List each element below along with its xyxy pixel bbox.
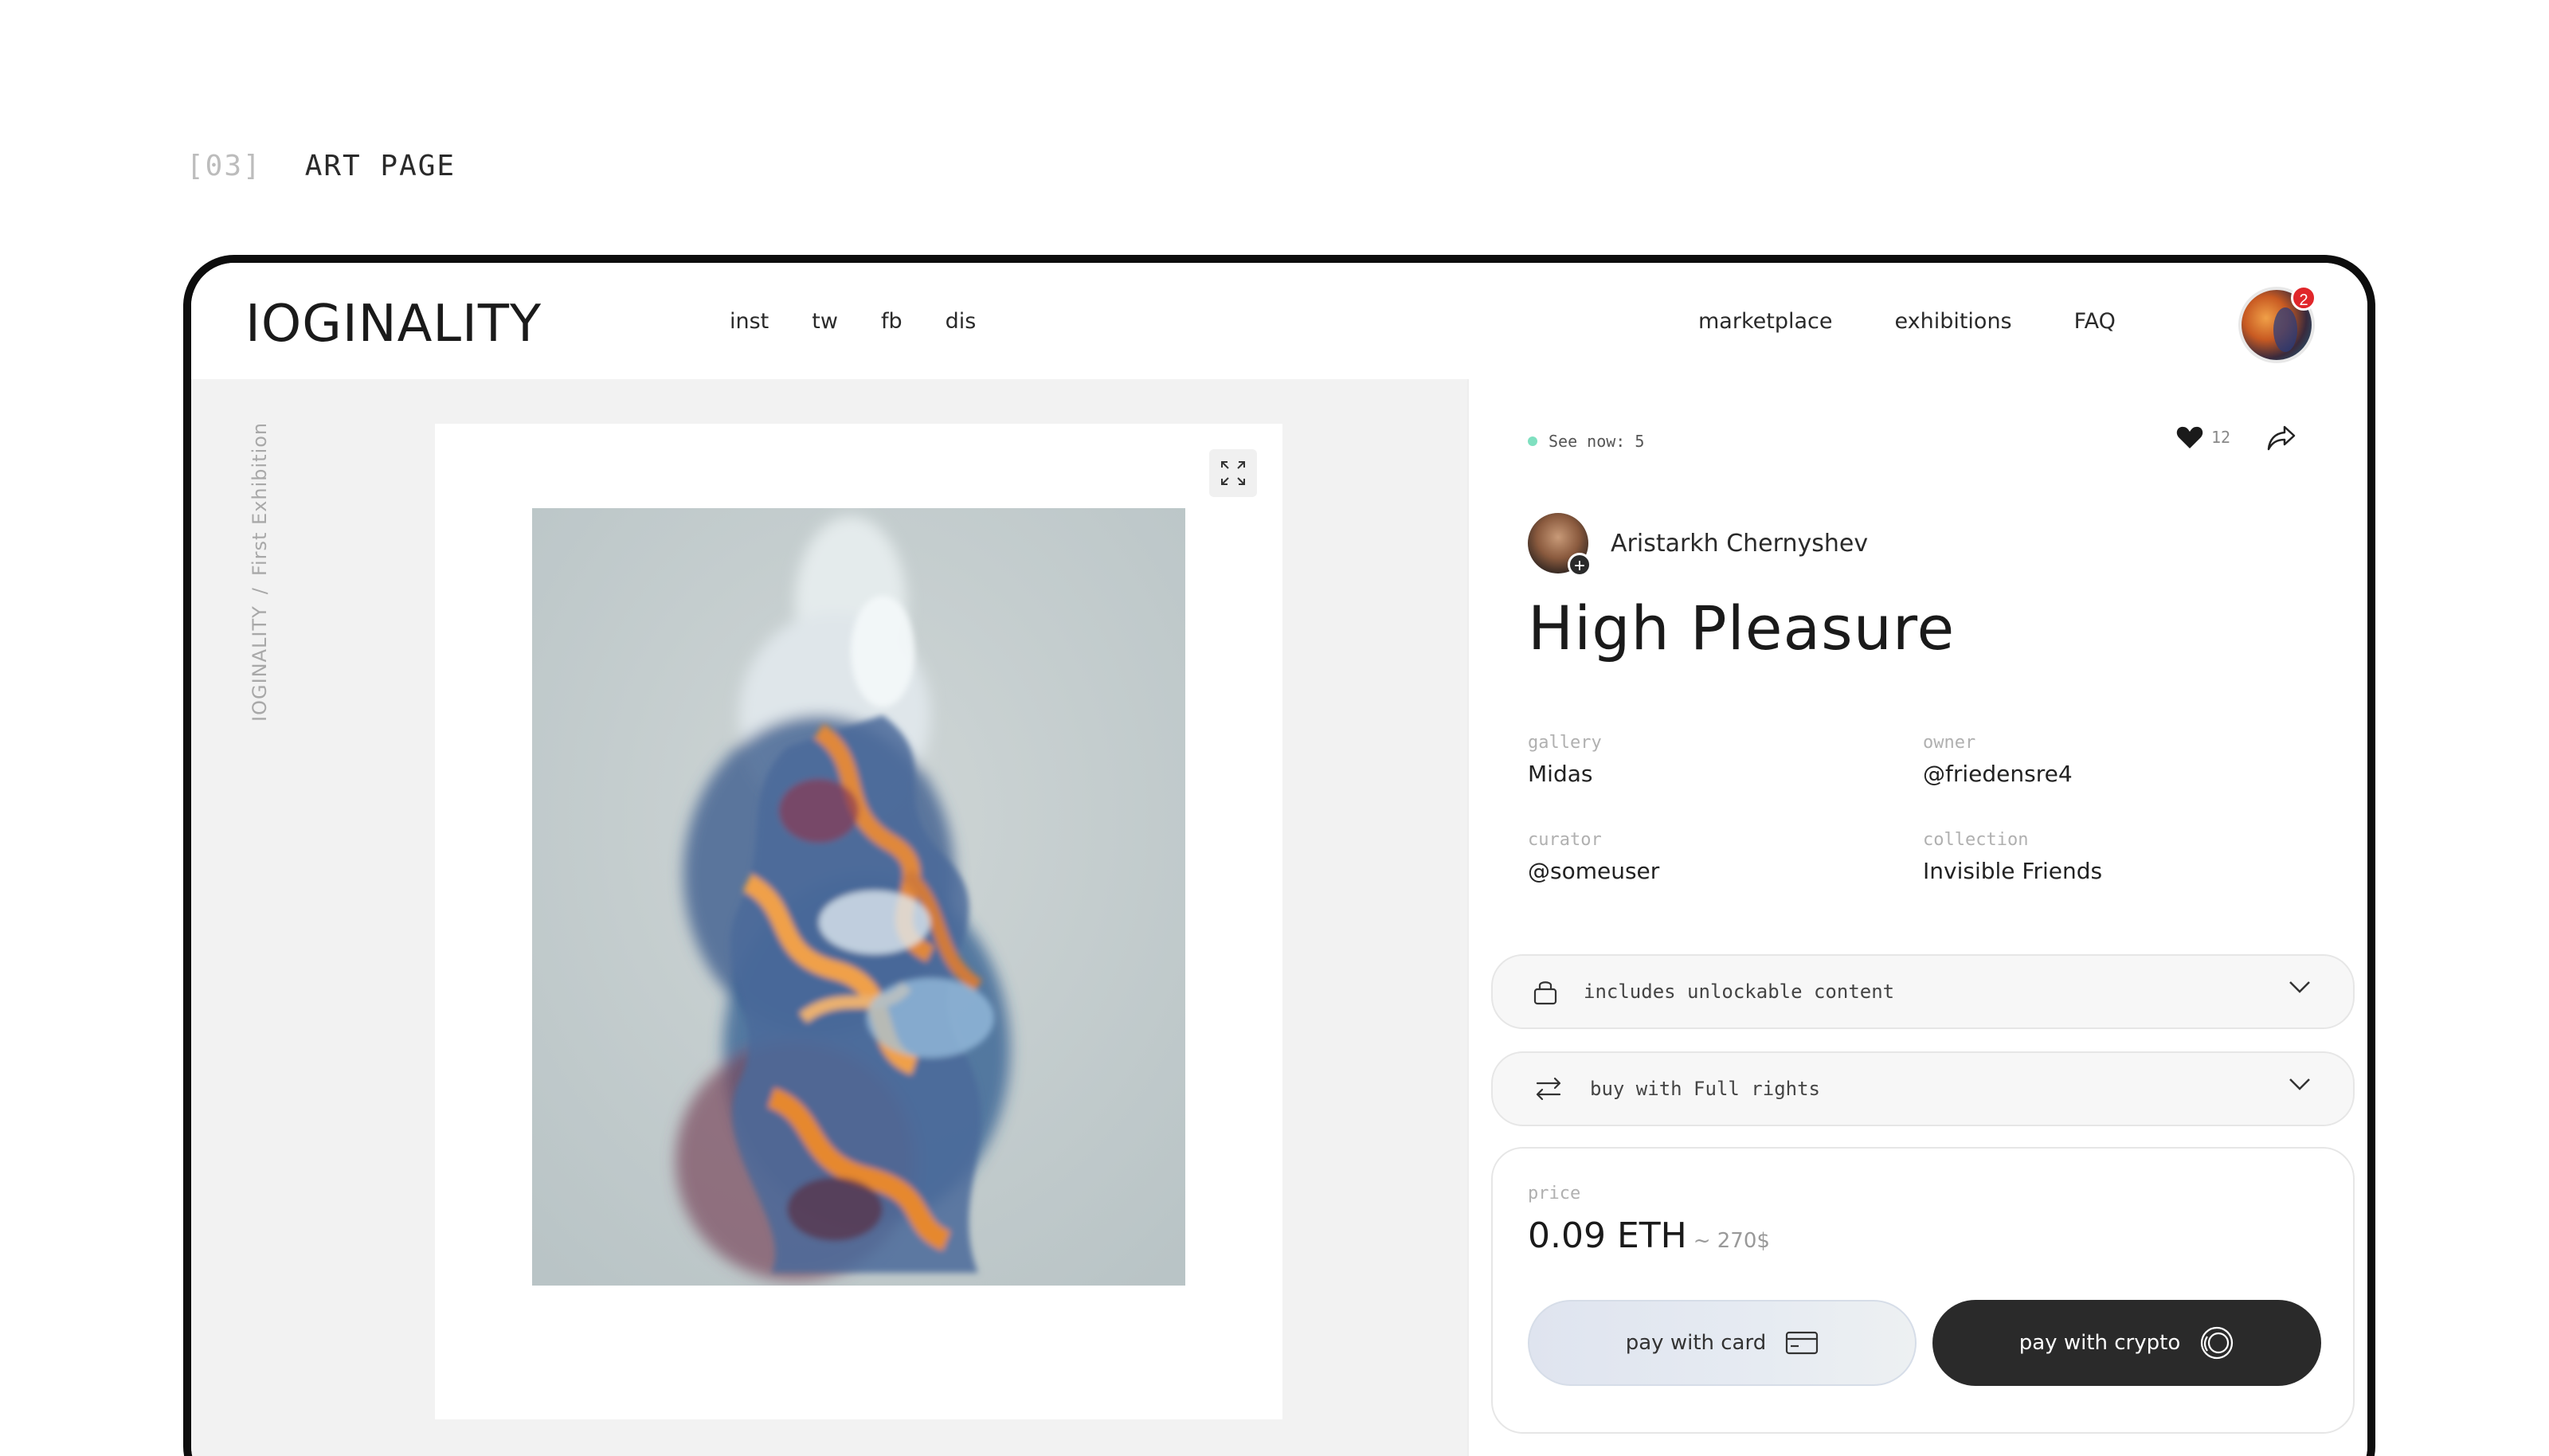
site-logo[interactable]: IOGINALITY [245, 295, 542, 354]
nav-marketplace[interactable]: marketplace [1698, 309, 1832, 334]
top-navigation: IOGINALITY inst tw fb dis marketplace ex… [191, 263, 2367, 379]
chevron-down-icon [2289, 981, 2310, 993]
pay-crypto-label: pay with crypto [2018, 1331, 2181, 1355]
meta-key: curator [1528, 830, 1602, 850]
social-link-dis[interactable]: dis [946, 309, 977, 334]
author-name[interactable]: Aristarkh Chernyshev [1611, 530, 1868, 558]
credit-card-icon [1786, 1331, 1819, 1355]
like-count: 12 [2211, 428, 2231, 447]
artwork-title: High Pleasure [1528, 593, 1956, 663]
breadcrumb-site[interactable]: IOGINALITY [249, 605, 271, 722]
social-links: inst tw fb dis [730, 309, 1019, 334]
price-amount: 0.09 ETH ~ 270$ [1528, 1215, 1770, 1256]
social-link-tw[interactable]: tw [812, 309, 838, 334]
pay-card-label: pay with card [1625, 1331, 1767, 1355]
meta-value[interactable]: @someuser [1528, 858, 1659, 884]
heart-icon [2176, 426, 2203, 448]
online-dot [1528, 436, 1537, 446]
meta-value[interactable]: Invisible Friends [1923, 858, 2102, 884]
artwork-image[interactable] [532, 508, 1185, 1286]
section-label: [03] ART PAGE [186, 150, 456, 182]
breadcrumb-page[interactable]: First Exhibition [249, 422, 271, 576]
meta-value[interactable]: Midas [1528, 761, 1602, 787]
price-eth: 0.09 ETH [1528, 1215, 1687, 1256]
unlockable-content-accordion[interactable]: includes unlockable content [1491, 954, 2355, 1029]
author-avatar: + [1528, 513, 1592, 577]
meta-collection: collection Invisible Friends [1923, 830, 2102, 884]
meta-key: collection [1923, 830, 2029, 850]
artwork-card [435, 424, 1282, 1419]
nav-exhibitions[interactable]: exhibitions [1894, 309, 2011, 334]
pay-with-crypto-button[interactable]: pay with crypto [1932, 1300, 2321, 1386]
unlockable-label: includes unlockable content [1584, 980, 1895, 1003]
nav-faq[interactable]: FAQ [2074, 309, 2116, 334]
artwork-pane: IOGINALITY / First Exhibition [191, 379, 1467, 1456]
meta-key: owner [1923, 733, 1976, 753]
details-pane: See now: 5 12 + Aristarkh Chernyshev Hig… [1467, 379, 2367, 1456]
breadcrumb-separator: / [249, 587, 271, 595]
section-number: [03] [186, 150, 262, 182]
lock-icon [1533, 981, 1557, 1005]
expand-icon [1221, 461, 1245, 485]
chevron-down-icon [2289, 1078, 2310, 1090]
rights-accordion[interactable]: buy with Full rights [1491, 1051, 2355, 1126]
breadcrumb: IOGINALITY / First Exhibition [249, 422, 271, 722]
price-panel: price 0.09 ETH ~ 270$ pay with card pay w… [1491, 1147, 2355, 1434]
share-icon [2267, 425, 2296, 451]
user-avatar-button[interactable]: 2 [2238, 285, 2316, 363]
author-row[interactable]: + Aristarkh Chernyshev [1528, 513, 1868, 577]
viewers-count: See now: 5 [1549, 432, 1645, 451]
share-button[interactable] [2265, 424, 2297, 456]
swap-arrows-icon [1536, 1077, 1561, 1101]
like-button[interactable]: 12 [2176, 425, 2230, 449]
notification-badge: 2 [2291, 285, 2316, 311]
meta-gallery: gallery Midas [1528, 733, 1602, 787]
follow-plus-icon[interactable]: + [1568, 553, 1592, 577]
meta-key: gallery [1528, 733, 1602, 753]
social-link-fb[interactable]: fb [881, 309, 903, 334]
social-link-inst[interactable]: inst [730, 309, 769, 334]
fullscreen-button[interactable] [1209, 449, 1257, 497]
meta-curator: curator @someuser [1528, 830, 1659, 884]
meta-value[interactable]: @friedensre4 [1923, 761, 2073, 787]
meta-owner: owner @friedensre4 [1923, 733, 2073, 787]
main-nav: marketplace exhibitions FAQ [1698, 309, 2178, 334]
rights-label: buy with Full rights [1590, 1078, 1820, 1100]
section-title: ART PAGE [304, 150, 456, 182]
browser-frame: IOGINALITY inst tw fb dis marketplace ex… [183, 255, 2375, 1456]
crypto-coin-icon [2201, 1326, 2234, 1360]
price-usd: ~ 270$ [1693, 1229, 1770, 1253]
viewers-indicator: See now: 5 [1528, 432, 1644, 451]
price-label: price [1528, 1184, 1581, 1204]
pay-with-card-button[interactable]: pay with card [1528, 1300, 1917, 1386]
